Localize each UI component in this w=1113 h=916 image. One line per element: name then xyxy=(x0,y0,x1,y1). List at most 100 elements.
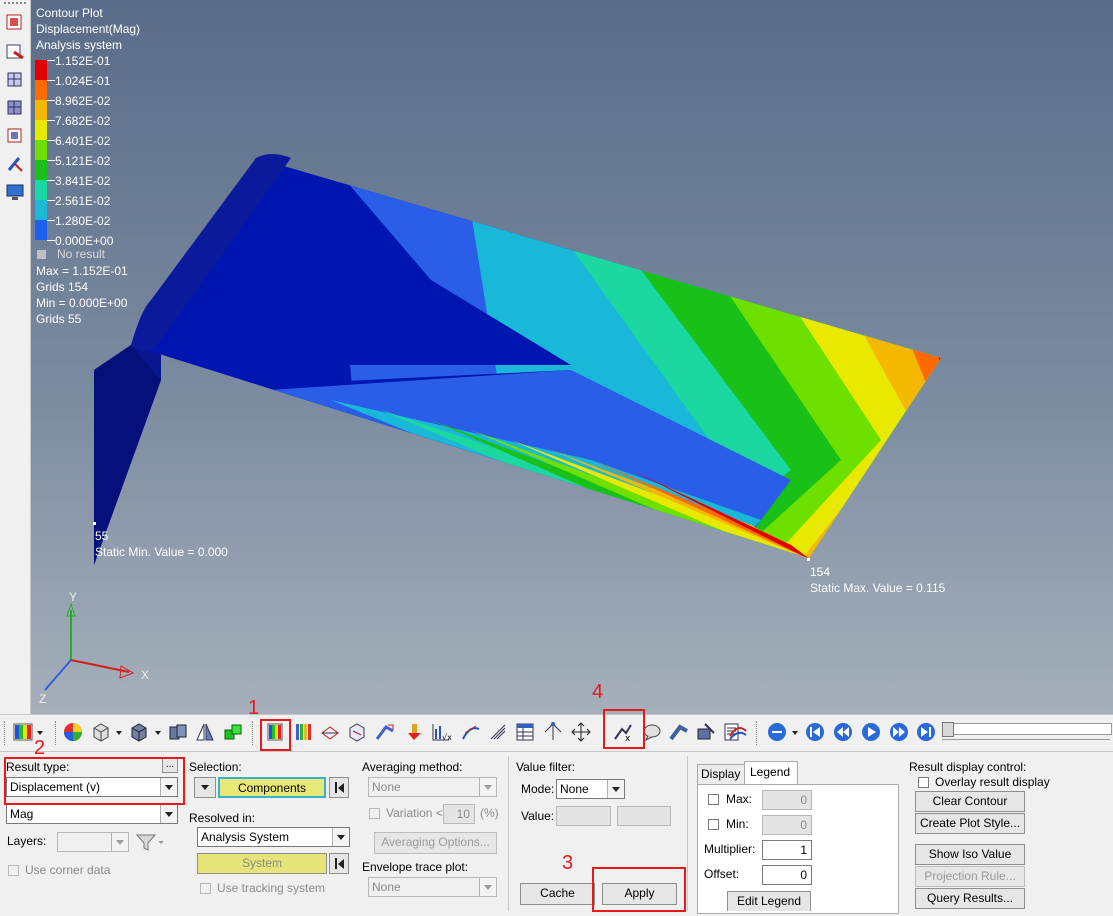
layers-label: Layers: xyxy=(7,834,47,848)
edit-legend-button[interactable]: Edit Legend xyxy=(727,891,811,911)
vector-plot-icon[interactable] xyxy=(346,721,368,743)
chevron-down-icon xyxy=(111,833,128,851)
rewind-icon[interactable] xyxy=(832,721,854,743)
move-icon[interactable] xyxy=(570,721,592,743)
measure-tool-icon[interactable] xyxy=(5,154,25,174)
clear-contour-button[interactable]: Clear Contour xyxy=(915,791,1025,812)
layers-select[interactable] xyxy=(57,832,129,852)
play-icon[interactable] xyxy=(860,721,882,743)
averaging-method-select[interactable]: None xyxy=(368,777,497,797)
min-node-marker xyxy=(93,522,96,525)
path-icon[interactable] xyxy=(542,721,564,743)
component-select[interactable]: Mag xyxy=(6,804,178,824)
value-max-input[interactable] xyxy=(617,806,671,826)
resolved-in-select[interactable]: Analysis System xyxy=(197,827,350,847)
max-node-marker xyxy=(807,558,810,561)
stream-plot-icon[interactable] xyxy=(460,721,482,743)
reset-system-button[interactable] xyxy=(329,853,349,874)
value-filter-label: Value filter: xyxy=(516,760,576,774)
filter-icon[interactable] xyxy=(134,832,164,852)
averaging-options-button[interactable]: Averaging Options... xyxy=(374,832,497,854)
tab-legend[interactable]: Legend xyxy=(744,761,798,785)
projection-rule-button[interactable]: Projection Rule... xyxy=(915,866,1025,887)
dropdown-arrow-icon[interactable] xyxy=(37,731,43,735)
dropdown-arrow-icon[interactable] xyxy=(116,731,122,735)
annotation-box-3 xyxy=(592,867,686,912)
animation-speed-track[interactable] xyxy=(942,739,1110,740)
chart-function-icon[interactable]: √x xyxy=(430,721,452,743)
use-corner-data-checkbox[interactable] xyxy=(8,865,19,876)
green-blocks-icon[interactable] xyxy=(222,721,244,743)
reset-selection-button[interactable] xyxy=(329,777,349,798)
results-toolbar: √x x xyxy=(0,714,1113,752)
marker-plot-icon[interactable] xyxy=(403,721,425,743)
min-input[interactable]: 0 xyxy=(762,815,812,835)
curve-icon[interactable] xyxy=(727,721,749,743)
cache-button[interactable]: Cache xyxy=(520,883,595,905)
contour-selector-icon[interactable] xyxy=(12,721,34,743)
query-results-button[interactable]: Query Results... xyxy=(915,888,1025,909)
annotation-box-1 xyxy=(260,719,291,751)
envelope-trace-value: None xyxy=(372,880,401,894)
shaded-cube-icon[interactable] xyxy=(128,721,150,743)
mode-select[interactable]: None xyxy=(556,779,625,799)
system-button[interactable]: System xyxy=(197,853,327,874)
offset-input[interactable]: 0 xyxy=(762,865,812,885)
deformed-view-icon[interactable] xyxy=(5,42,25,62)
reset-arrow-icon xyxy=(338,783,344,793)
iso-surface-icon[interactable] xyxy=(668,721,690,743)
mesh-view-icon[interactable] xyxy=(5,70,25,90)
create-plot-style-button[interactable]: Create Plot Style... xyxy=(915,813,1025,834)
assigned-plot-icon[interactable] xyxy=(292,721,314,743)
fast-forward-icon[interactable] xyxy=(888,721,910,743)
dropdown-arrow-icon[interactable] xyxy=(155,731,161,735)
color-wheel-icon[interactable] xyxy=(62,721,84,743)
mirror-icon[interactable] xyxy=(194,721,216,743)
toolbar-separator xyxy=(55,721,58,745)
components-button[interactable]: Components xyxy=(218,777,326,798)
resolved-in-value: Analysis System xyxy=(201,830,290,844)
variation-input[interactable]: 10 xyxy=(443,804,475,824)
selection-dropdown-button[interactable] xyxy=(194,777,216,798)
deformed-shape-icon[interactable] xyxy=(319,721,341,743)
element-view-icon[interactable] xyxy=(5,98,25,118)
wireframe-cube-icon[interactable] xyxy=(90,721,112,743)
table-icon[interactable] xyxy=(514,721,536,743)
animation-mode-icon[interactable] xyxy=(766,721,788,743)
components-icon[interactable] xyxy=(167,721,189,743)
monitor-icon[interactable] xyxy=(5,182,25,202)
min-checkbox[interactable] xyxy=(708,819,719,830)
mode-label: Mode: xyxy=(521,782,555,796)
use-corner-data-label: Use corner data xyxy=(25,863,111,877)
annotation-number-3: 3 xyxy=(562,852,574,874)
tab-display[interactable]: Display xyxy=(697,764,745,785)
tensor-plot-icon[interactable] xyxy=(374,721,396,743)
animation-slider[interactable] xyxy=(942,723,1112,735)
max-label: Max: xyxy=(726,792,753,806)
triad-z-axis xyxy=(44,659,72,691)
svg-text:√x: √x xyxy=(442,733,452,742)
annotation-number-4: 4 xyxy=(592,681,604,703)
last-frame-icon[interactable] xyxy=(915,721,937,743)
first-frame-icon[interactable] xyxy=(804,721,826,743)
graphics-viewport[interactable]: Contour Plot Displacement(Mag) Analysis … xyxy=(31,0,1113,714)
envelope-trace-select[interactable]: None xyxy=(368,877,497,897)
overlay-result-checkbox[interactable] xyxy=(918,777,929,788)
dropdown-arrow-icon[interactable] xyxy=(792,731,798,735)
max-input[interactable]: 0 xyxy=(762,790,812,810)
section-cut-icon[interactable] xyxy=(695,721,717,743)
chevron-down-icon xyxy=(479,878,496,896)
value-min-input[interactable] xyxy=(556,806,611,826)
contour-model[interactable] xyxy=(31,0,1113,714)
model-view-icon[interactable] xyxy=(5,12,25,32)
contour-view-icon[interactable] xyxy=(5,126,25,146)
use-tracking-system-checkbox[interactable] xyxy=(200,883,211,894)
max-checkbox[interactable] xyxy=(708,794,719,805)
animation-slider-thumb[interactable] xyxy=(942,722,954,737)
model-plate xyxy=(131,158,941,558)
result-display-control-label: Result display control: xyxy=(909,760,1027,774)
show-iso-value-button[interactable]: Show Iso Value xyxy=(915,844,1025,865)
probe-icon[interactable] xyxy=(487,721,509,743)
variation-checkbox[interactable] xyxy=(369,808,380,819)
multiplier-input[interactable]: 1 xyxy=(762,840,812,860)
